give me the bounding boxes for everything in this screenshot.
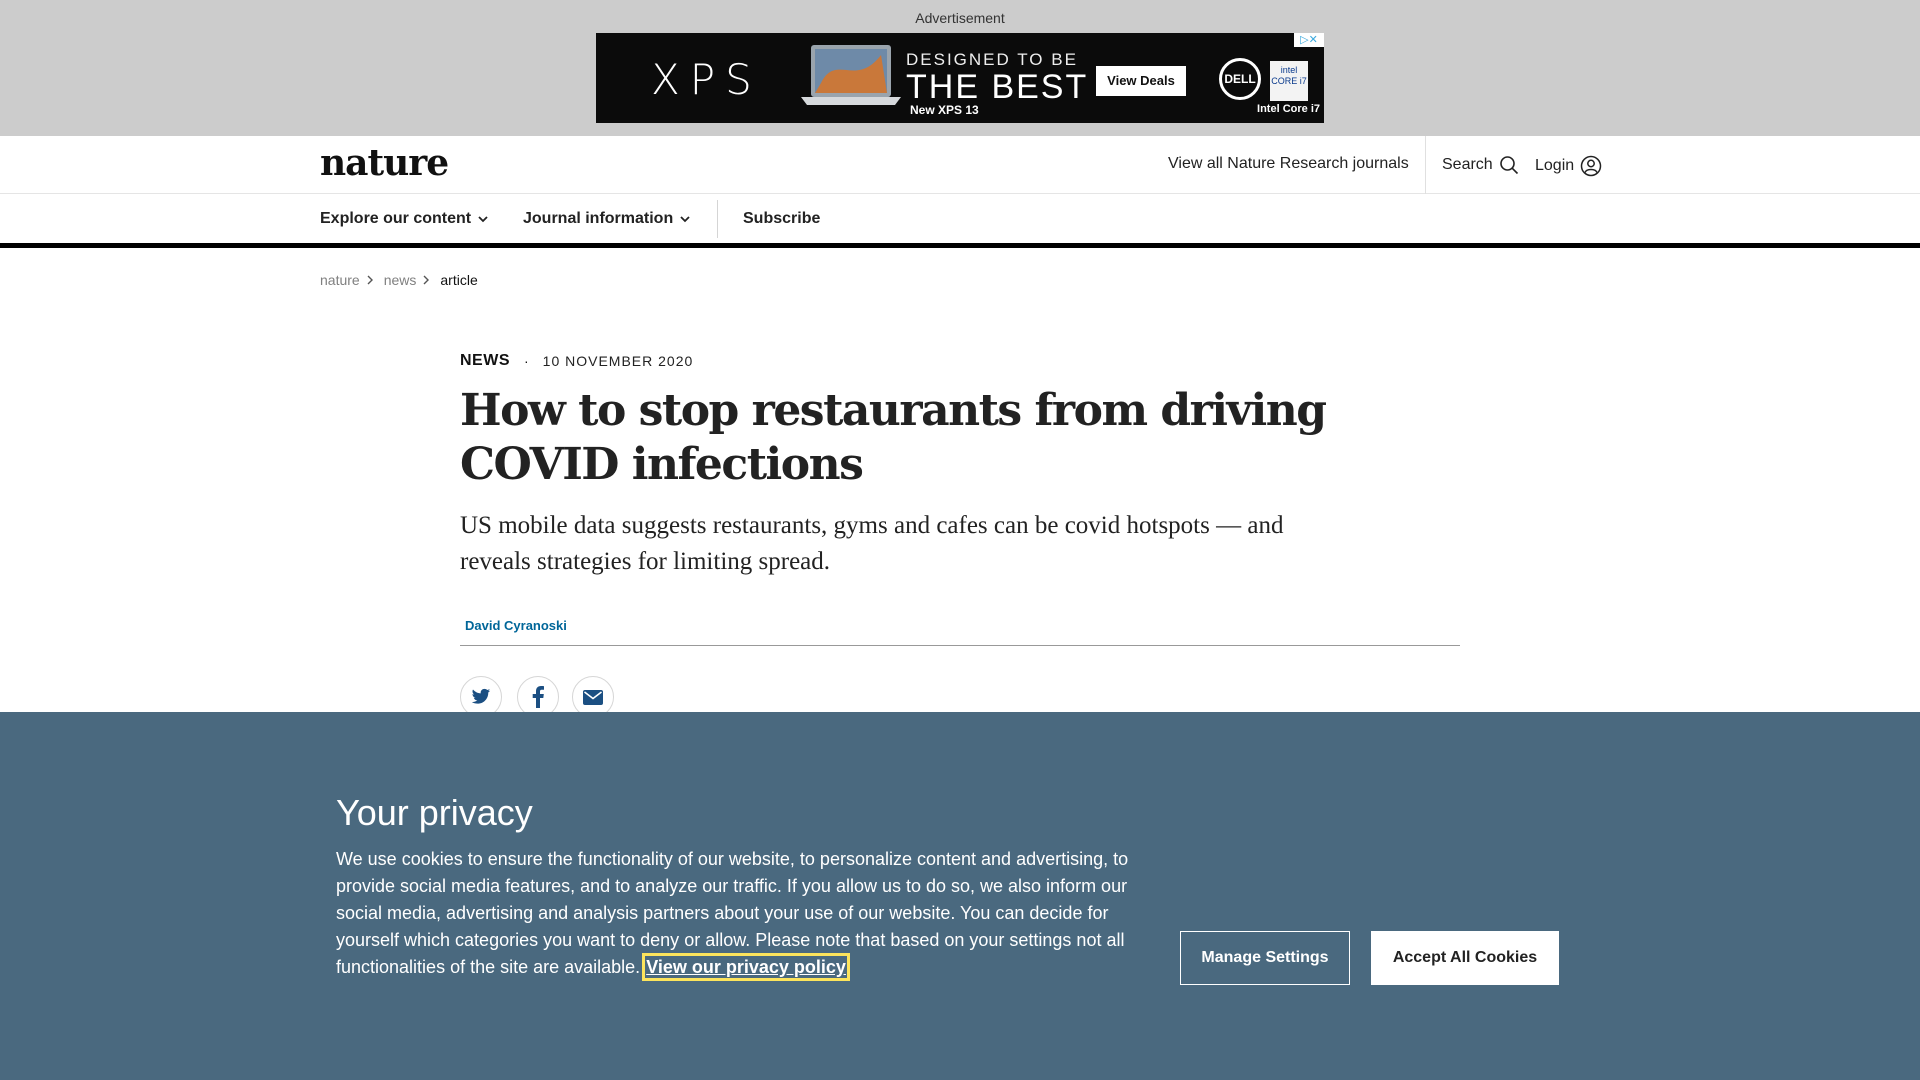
view-deals-button[interactable]: View Deals — [1096, 66, 1186, 96]
breadcrumb-article: article — [440, 272, 478, 288]
cookie-title: Your privacy — [336, 792, 533, 833]
ad-model: New XPS 13 — [910, 103, 979, 117]
nav-explore-label: Explore our content — [320, 210, 472, 227]
ad-choices-icon[interactable]: ▷✕ — [1294, 33, 1324, 47]
ad-brand: XPS — [651, 55, 762, 104]
article-type: NEWS — [460, 352, 510, 369]
facebook-icon — [532, 686, 544, 708]
intel-badge-label: CORE i7 — [1271, 76, 1307, 86]
intel-badge: intel CORE i7 — [1270, 61, 1308, 101]
chevron-right-icon — [423, 275, 430, 285]
author-link[interactable]: David Cyranoski — [465, 618, 567, 633]
login-label: Login — [1535, 157, 1575, 174]
ad-chip-text: Intel Core i7 — [1257, 103, 1320, 115]
privacy-policy-link[interactable]: View our privacy policy — [642, 953, 850, 981]
breadcrumb-news[interactable]: news — [384, 272, 417, 288]
email-icon — [583, 689, 603, 705]
manage-settings-button[interactable]: Manage Settings — [1180, 931, 1350, 985]
header-divider — [1425, 136, 1426, 194]
site-header: nature View all Nature Research journals… — [0, 136, 1920, 194]
ad-label: Advertisement — [915, 10, 1005, 26]
cookie-banner: Your privacy We use cookies to ensure th… — [0, 712, 1920, 1080]
laptop-image — [801, 45, 901, 105]
nav-divider — [717, 200, 718, 238]
nature-logo[interactable]: nature — [320, 142, 449, 184]
nav-subscribe[interactable]: Subscribe — [743, 210, 820, 228]
search-label: Search — [1442, 156, 1493, 173]
search-icon — [1499, 156, 1518, 175]
breadcrumb: nature news article — [320, 272, 478, 288]
dell-logo: DELL — [1219, 58, 1261, 100]
chevron-right-icon — [367, 275, 373, 285]
cookie-description: We use cookies to ensure the functionali… — [336, 846, 1136, 981]
nav-explore-content[interactable]: Explore our content — [320, 210, 489, 228]
user-icon — [1580, 155, 1602, 177]
chevron-down-icon — [478, 216, 488, 223]
view-all-journals-link[interactable]: View all Nature Research journals — [1168, 155, 1409, 173]
twitter-icon — [471, 688, 491, 704]
breadcrumb-nature[interactable]: nature — [320, 272, 360, 288]
login-button[interactable]: Login — [1535, 155, 1602, 177]
article-meta: NEWS · 10 NOVEMBER 2020 — [460, 352, 693, 370]
article-standfirst: US mobile data suggests restaurants, gym… — [460, 512, 1284, 575]
nav-journal-label: Journal information — [523, 210, 674, 227]
article-date: 10 NOVEMBER 2020 — [542, 353, 694, 369]
accept-all-cookies-button[interactable]: Accept All Cookies — [1371, 931, 1559, 985]
main-nav: Explore our content Journal information … — [0, 194, 1920, 248]
nav-journal-information[interactable]: Journal information — [523, 210, 691, 228]
ad-banner[interactable]: XPS DESIGNED TO BE THE BEST New XPS 13 V… — [596, 33, 1324, 123]
author-divider — [460, 645, 1460, 646]
meta-separator: · — [524, 353, 529, 369]
chevron-down-icon — [680, 216, 690, 223]
search-button[interactable]: Search — [1442, 155, 1519, 175]
article-title: How to stop restaurants from driving COV… — [460, 385, 1327, 490]
ad-band: Advertisement XPS DESIGNED TO BE THE BES… — [0, 0, 1920, 136]
ad-tagline-top: DESIGNED TO BE — [906, 50, 1078, 69]
ad-tagline-main: THE BEST — [906, 68, 1089, 106]
